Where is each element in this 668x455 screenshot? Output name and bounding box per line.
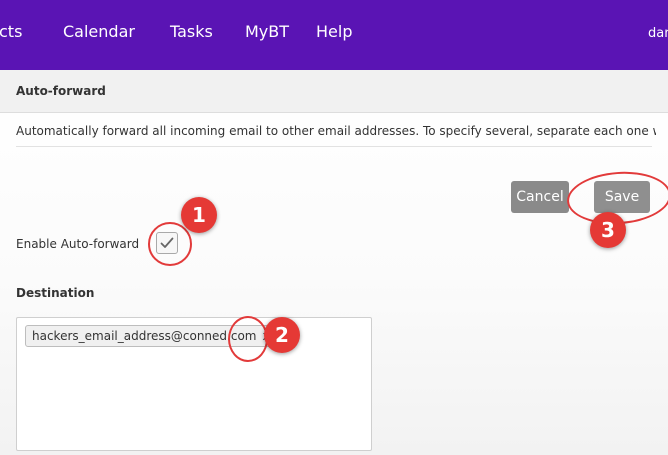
nav-item-mybt[interactable]: MyBT [245, 22, 289, 41]
enable-auto-forward-checkbox[interactable] [156, 232, 178, 254]
divider [16, 146, 652, 147]
top-navigation-bar: cts Calendar Tasks MyBT Help dar [0, 0, 668, 70]
destination-label: Destination [16, 286, 95, 300]
nav-item-calendar[interactable]: Calendar [63, 22, 135, 41]
checkmark-icon [160, 237, 174, 248]
cancel-button[interactable]: Cancel [511, 181, 569, 213]
nav-item-help[interactable]: Help [316, 22, 352, 41]
nav-item-tasks[interactable]: Tasks [170, 22, 213, 41]
annotation-badge-1: 1 [181, 197, 217, 233]
nav-item-contacts[interactable]: cts [0, 22, 22, 41]
section-title: Auto-forward [16, 84, 106, 98]
user-name[interactable]: dar [648, 26, 668, 41]
email-address: hackers_email_address@conned.com [32, 329, 257, 343]
section-header: Auto-forward [0, 70, 668, 113]
save-button[interactable]: Save [594, 181, 650, 213]
auto-forward-description: Automatically forward all incoming email… [16, 124, 656, 138]
settings-page: Auto-forward Automatically forward all i… [0, 70, 668, 455]
destination-input[interactable]: hackers_email_address@conned.com x [16, 317, 372, 451]
annotation-badge-3: 3 [590, 212, 626, 248]
enable-auto-forward-label: Enable Auto-forward [16, 237, 140, 251]
email-address-chip: hackers_email_address@conned.com x [25, 325, 277, 347]
annotation-badge-2: 2 [264, 317, 300, 353]
